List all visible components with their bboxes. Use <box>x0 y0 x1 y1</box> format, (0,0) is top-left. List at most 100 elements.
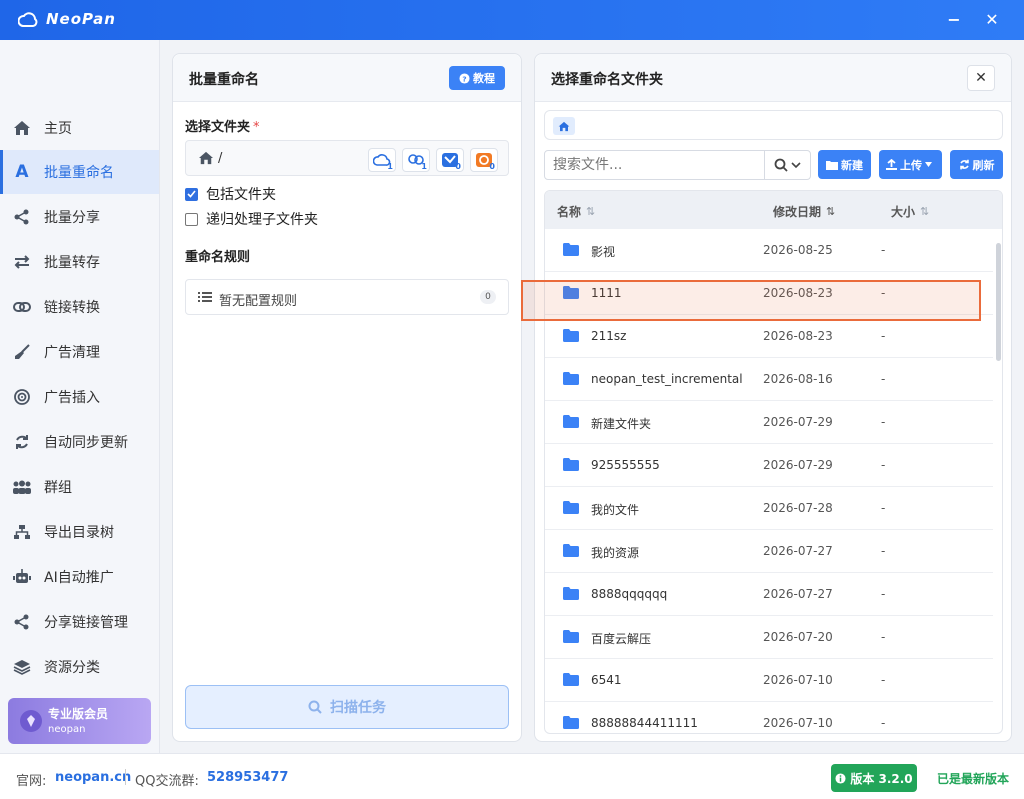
table-row[interactable]: 我的资源 2026-07-27 - <box>545 530 993 573</box>
sidebar-item-ad-insert[interactable]: 广告插入 <box>0 375 159 419</box>
table-row[interactable]: 影视 2026-08-25 - <box>545 229 993 272</box>
tutorial-button[interactable]: ? 教程 <box>449 66 505 90</box>
sidebar-item-share-link-manage[interactable]: 分享链接管理 <box>0 600 159 644</box>
folder-icon <box>563 286 579 299</box>
folder-icon <box>563 673 579 686</box>
file-size: - <box>881 415 886 429</box>
scan-task-button[interactable]: 扫描任务 <box>185 685 509 729</box>
group-icon <box>12 477 32 497</box>
target-icon <box>12 387 32 407</box>
folder-icon <box>563 243 579 256</box>
checkbox-unchecked-icon[interactable] <box>185 212 198 226</box>
info-icon <box>835 772 846 784</box>
ali-cloud-button[interactable]: 1 <box>402 148 430 172</box>
sidebar-item-ad-clean[interactable]: 广告清理 <box>0 330 159 374</box>
list-icon <box>198 292 212 302</box>
sidebar-item-resource-category[interactable]: 资源分类 <box>0 645 159 689</box>
sidebar-item-label: 主页 <box>44 121 72 137</box>
column-name-header[interactable]: 名称 ⇅ <box>557 203 595 220</box>
search-input[interactable] <box>545 151 765 179</box>
file-size: - <box>881 329 886 343</box>
breadcrumb-home[interactable] <box>553 117 575 135</box>
table-row[interactable]: 百度云解压 2026-07-20 - <box>545 616 993 659</box>
vip-badge-icon <box>20 710 42 732</box>
folder-icon <box>563 501 579 514</box>
breadcrumb <box>544 110 1003 140</box>
folder-icon <box>563 329 579 342</box>
chevron-down-icon <box>791 162 801 169</box>
upload-button[interactable]: 上传 <box>879 150 942 179</box>
table-row[interactable]: 88888844411111 2026-07-10 - <box>545 702 993 733</box>
scrollbar-thumb[interactable] <box>996 243 1001 361</box>
footer: 官网: neopan.cn QQ交流群: 528953477 版本 3.2.0 … <box>0 753 1024 799</box>
file-date: 2026-07-20 <box>763 630 833 644</box>
file-size: - <box>881 587 886 601</box>
close-window-button[interactable]: ✕ <box>980 8 1004 32</box>
folder-select[interactable]: / 1 1 0 0 <box>185 140 509 176</box>
home-icon <box>558 121 570 131</box>
sidebar-item-batch-transfer[interactable]: 批量转存 <box>0 240 159 284</box>
file-name: 百度云解压 <box>591 632 652 646</box>
app-title: NeoPan <box>46 10 116 28</box>
include-folders-checkbox[interactable]: 包括文件夹 <box>185 184 276 204</box>
scrollbar[interactable] <box>993 229 1002 733</box>
quark-cloud-button[interactable]: 0 <box>436 148 464 172</box>
sidebar-item-label: AI自动推广 <box>44 570 114 586</box>
file-name: 我的文件 <box>591 503 640 517</box>
table-row[interactable]: 新建文件夹 2026-07-29 - <box>545 401 993 444</box>
sidebar-item-home[interactable]: 主页 <box>0 106 159 150</box>
sidebar-item-label: 批量重命名 <box>44 165 114 181</box>
sidebar-item-export-tree[interactable]: 导出目录树 <box>0 510 159 554</box>
table-row[interactable]: 1111 2026-08-23 - <box>545 272 993 315</box>
file-date: 2026-08-25 <box>763 243 833 257</box>
minimize-button[interactable]: − <box>942 8 966 32</box>
column-size-header[interactable]: 大小 ⇅ <box>891 203 929 220</box>
sidebar-item-batch-share[interactable]: 批量分享 <box>0 195 159 239</box>
file-size: - <box>881 673 886 687</box>
tree-icon <box>12 522 32 542</box>
link-icon <box>12 297 32 317</box>
refresh-button[interactable]: 刷新 <box>950 150 1003 179</box>
vip-card[interactable]: 专业版会员 neopan <box>8 698 151 744</box>
sidebar-item-label: 批量转存 <box>44 255 100 271</box>
site-link[interactable]: neopan.cn <box>55 770 131 785</box>
recursive-checkbox[interactable]: 递归处理子文件夹 <box>185 209 318 229</box>
footer-divider <box>125 769 126 785</box>
version-button[interactable]: 版本 3.2.0 <box>831 764 917 792</box>
close-icon[interactable]: ✕ <box>967 65 995 91</box>
search-button[interactable] <box>764 151 810 179</box>
table-row[interactable]: 211sz 2026-08-23 - <box>545 315 993 358</box>
file-date: 2026-07-29 <box>763 415 833 429</box>
sidebar-item-ai-promote[interactable]: AI自动推广 <box>0 555 159 599</box>
table-row[interactable]: 925555555 2026-07-29 - <box>545 444 993 487</box>
table-row[interactable]: neopan_test_incremental 2026-08-16 - <box>545 358 993 401</box>
layers-icon <box>12 657 32 677</box>
title-bar: NeoPan − ✕ <box>0 0 1024 40</box>
qq-group-number[interactable]: 528953477 <box>207 770 288 785</box>
baidu-cloud-button[interactable]: 1 <box>368 148 396 172</box>
uc-cloud-button[interactable]: 0 <box>470 148 498 172</box>
sidebar-item-link-convert[interactable]: 链接转换 <box>0 285 159 329</box>
file-size: - <box>881 372 886 386</box>
table-row[interactable]: 8888qqqqqq 2026-07-27 - <box>545 573 993 616</box>
file-date: 2026-07-10 <box>763 673 833 687</box>
rules-list[interactable]: 暂无配置规则 0 <box>185 279 509 315</box>
sidebar-item-auto-sync[interactable]: 自动同步更新 <box>0 420 159 464</box>
sidebar-item-batch-rename[interactable]: A 批量重命名 <box>0 150 159 194</box>
table-row[interactable]: 6541 2026-07-10 - <box>545 659 993 702</box>
folder-icon <box>563 372 579 385</box>
file-date: 2026-08-23 <box>763 329 833 343</box>
table-row[interactable]: 我的文件 2026-07-28 - <box>545 487 993 530</box>
column-date-header[interactable]: 修改日期 ⇅ <box>773 203 835 220</box>
file-date: 2026-07-10 <box>763 716 833 730</box>
vip-subtitle: neopan <box>48 724 86 735</box>
sidebar-item-label: 批量分享 <box>44 210 100 226</box>
broom-icon <box>12 342 32 362</box>
file-size: - <box>881 286 886 300</box>
sort-icon: ⇅ <box>586 205 596 218</box>
new-folder-button[interactable]: 新建 <box>818 150 871 179</box>
vip-title: 专业版会员 <box>48 707 109 721</box>
svg-text:?: ? <box>462 74 466 83</box>
sidebar-item-group[interactable]: 群组 <box>0 465 159 509</box>
checkbox-checked-icon[interactable] <box>185 187 198 201</box>
